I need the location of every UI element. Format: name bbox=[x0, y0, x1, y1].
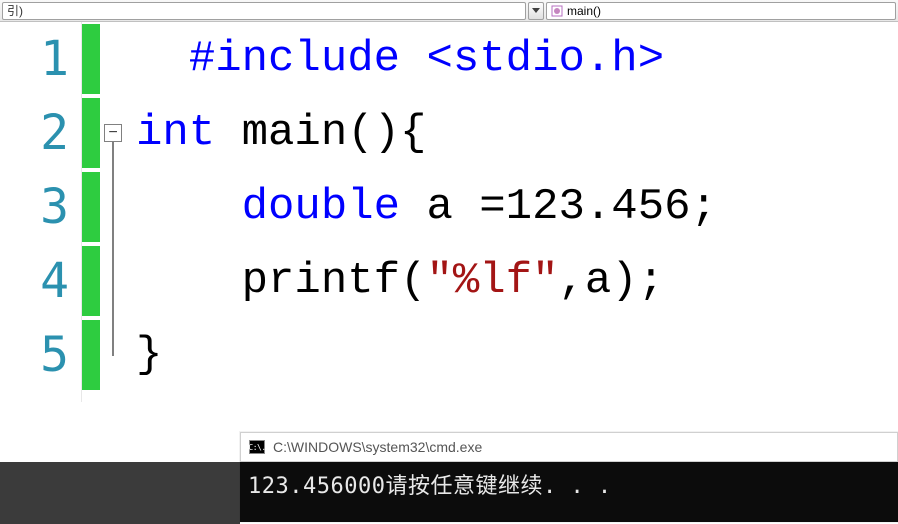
code-line[interactable]: } bbox=[136, 318, 898, 392]
change-marker bbox=[82, 96, 100, 170]
function-icon bbox=[551, 5, 563, 17]
code-token: double bbox=[242, 182, 400, 232]
line-number: 3 bbox=[0, 170, 69, 244]
fold-cell bbox=[100, 170, 130, 244]
cmd-title-text: C:\WINDOWS\system32\cmd.exe bbox=[273, 439, 482, 455]
code-content[interactable]: #include <stdio.h>int main(){ double a =… bbox=[130, 22, 898, 402]
cmd-window: C:\. C:\WINDOWS\system32\cmd.exe 123.456… bbox=[240, 432, 898, 522]
code-token: "%lf" bbox=[426, 256, 558, 306]
scope-dropdown-text: 引) bbox=[7, 2, 23, 19]
code-line[interactable]: printf("%lf",a); bbox=[136, 244, 898, 318]
top-toolbar: 引) main() bbox=[0, 0, 898, 22]
function-dropdown[interactable]: main() bbox=[546, 2, 896, 20]
line-number: 1 bbox=[0, 22, 69, 96]
change-marker bbox=[82, 244, 100, 318]
function-dropdown-text: main() bbox=[567, 4, 601, 18]
code-token: int bbox=[136, 108, 215, 158]
change-marker bbox=[82, 318, 100, 392]
line-number: 5 bbox=[0, 318, 69, 392]
code-editor[interactable]: 12345 − #include <stdio.h>int main(){ do… bbox=[0, 22, 898, 402]
change-marker-column bbox=[82, 22, 100, 402]
fold-toggle[interactable]: − bbox=[104, 124, 122, 142]
code-token: #include bbox=[189, 34, 427, 84]
code-token: a =123.456; bbox=[400, 182, 717, 232]
cmd-icon: C:\. bbox=[249, 440, 265, 454]
fold-cell bbox=[100, 244, 130, 318]
fold-cell bbox=[100, 318, 130, 392]
scope-dropdown[interactable]: 引) bbox=[2, 2, 526, 20]
code-token: main(){ bbox=[215, 108, 426, 158]
line-number: 2 bbox=[0, 96, 69, 170]
code-token: printf( bbox=[242, 256, 427, 306]
code-token: ,a); bbox=[559, 256, 665, 306]
fold-cell: − bbox=[100, 96, 130, 170]
line-number: 4 bbox=[0, 244, 69, 318]
code-line[interactable]: #include <stdio.h> bbox=[136, 22, 898, 96]
cmd-titlebar[interactable]: C:\. C:\WINDOWS\system32\cmd.exe bbox=[240, 432, 898, 462]
cmd-output-area[interactable]: 123.456000请按任意键继续. . . bbox=[240, 462, 898, 522]
change-marker bbox=[82, 170, 100, 244]
chevron-down-icon bbox=[532, 8, 540, 14]
code-line[interactable]: double a =123.456; bbox=[136, 170, 898, 244]
code-token: <stdio.h> bbox=[426, 34, 664, 84]
scope-dropdown-arrow[interactable] bbox=[528, 2, 544, 20]
code-line[interactable]: int main(){ bbox=[136, 96, 898, 170]
fold-column: − bbox=[100, 22, 130, 402]
change-marker bbox=[82, 22, 100, 96]
fold-cell bbox=[100, 22, 130, 96]
lower-panel-fragment bbox=[0, 462, 240, 524]
cmd-output-text: 123.456000请按任意键继续. . . bbox=[248, 474, 612, 499]
code-token: } bbox=[136, 330, 162, 380]
line-number-gutter: 12345 bbox=[0, 22, 82, 402]
